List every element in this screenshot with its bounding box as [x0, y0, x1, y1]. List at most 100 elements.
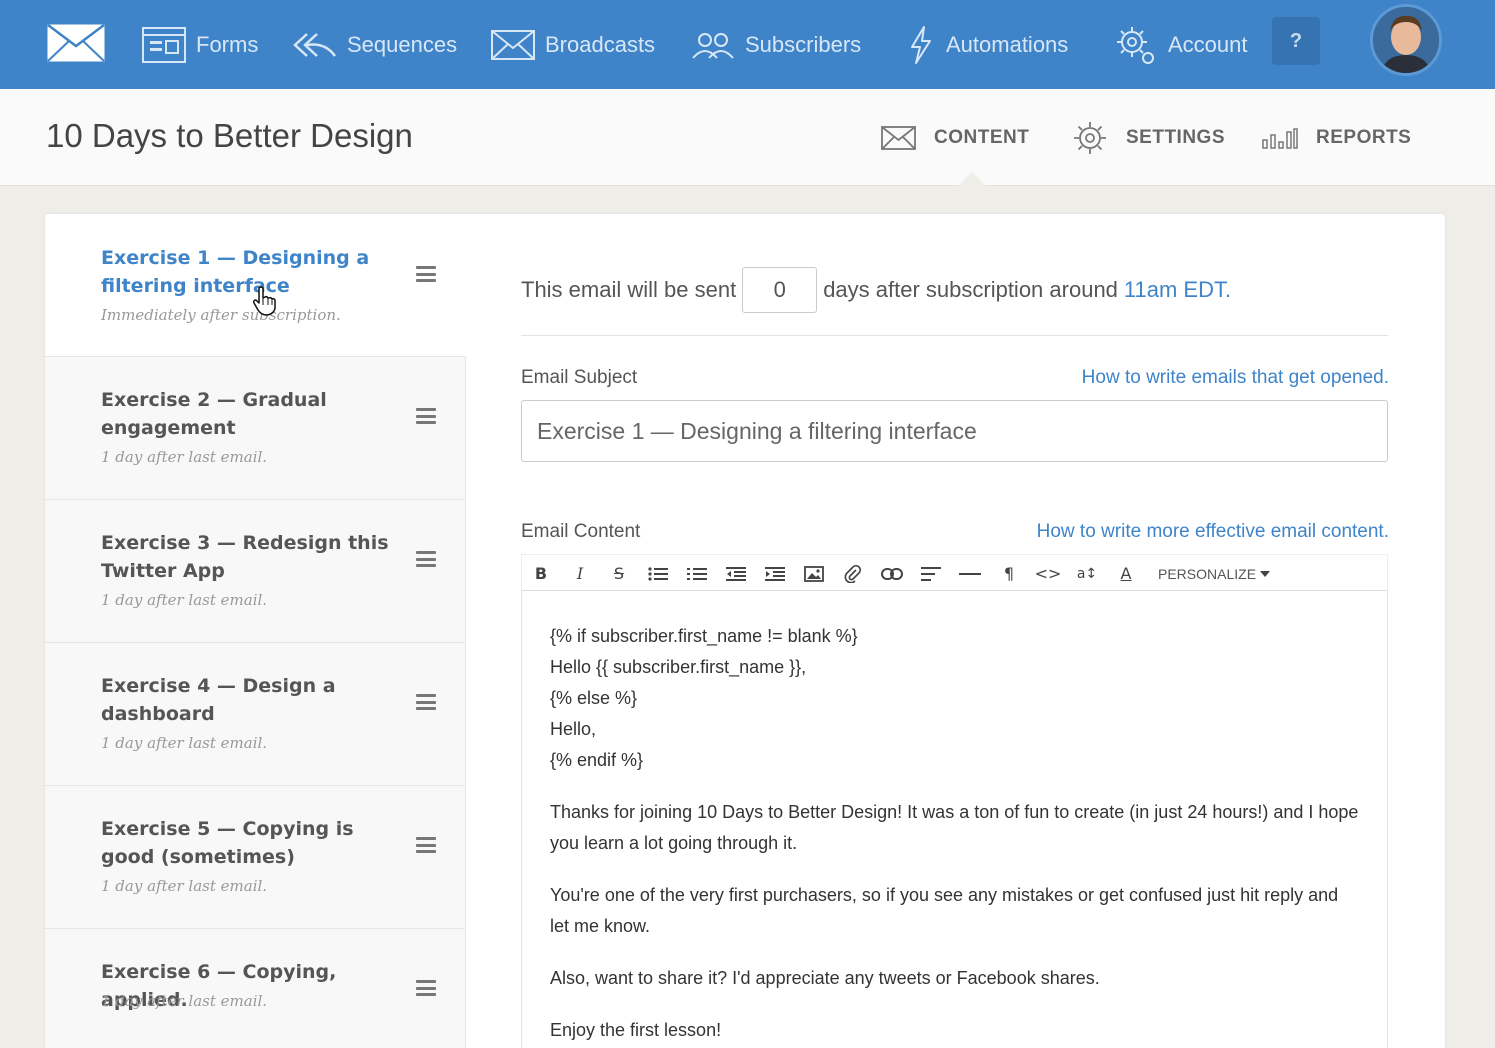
content-help-link[interactable]: How to write more effective email conten… — [1037, 521, 1389, 543]
broadcasts-icon — [491, 29, 535, 60]
send-suffix-text: days after subscription around — [823, 277, 1118, 302]
body-paragraph: Thanks for joining 10 Days to Better Des… — [550, 802, 1359, 853]
email-timing: Immediately after subscription. — [101, 306, 341, 324]
email-list-item-2[interactable]: Exercise 2 — Gradual engagement 1 day af… — [45, 357, 466, 500]
code-button[interactable]: <> — [1033, 555, 1063, 592]
bullet-list-button[interactable] — [643, 555, 673, 592]
subject-help-link[interactable]: How to write emails that get opened. — [1082, 367, 1389, 389]
email-editor: This email will be sent days after subsc… — [521, 214, 1389, 1048]
email-body-editor[interactable]: {% if subscriber.first_name != blank %} … — [521, 591, 1388, 1048]
bold-button[interactable]: B — [526, 555, 556, 592]
tab-reports-label: REPORTS — [1316, 126, 1412, 148]
email-list-item-3[interactable]: Exercise 3 — Redesign this Twitter App 1… — [45, 500, 466, 643]
liquid-code-block: {% if subscriber.first_name != blank %} … — [550, 621, 1359, 776]
email-timing: 1 day after last email. — [101, 448, 268, 466]
tab-reports[interactable]: REPORTS — [1262, 89, 1411, 186]
paperclip-icon — [844, 564, 862, 583]
email-list-item-5[interactable]: Exercise 5 — Copying is good (sometimes)… — [45, 786, 466, 929]
drag-handle-icon[interactable] — [416, 694, 436, 710]
nav-automations[interactable]: Automations — [906, 0, 1068, 89]
drag-handle-icon[interactable] — [416, 980, 436, 996]
drag-handle-icon[interactable] — [416, 837, 436, 853]
nav-subscribers[interactable]: Subscribers — [691, 0, 861, 89]
font-size-button[interactable]: a↕ — [1072, 555, 1102, 592]
sequence-header: 10 Days to Better Design CONTENT SETTING… — [0, 89, 1495, 186]
numbered-list-button[interactable] — [682, 555, 712, 592]
help-button[interactable]: ? — [1272, 17, 1320, 65]
send-days-input[interactable] — [742, 267, 818, 313]
nav-account-label: Account — [1168, 31, 1248, 57]
email-title[interactable]: Exercise 3 — Redesign this Twitter App — [101, 529, 401, 585]
logo-envelope-icon[interactable] — [47, 24, 105, 62]
outdent-icon — [726, 566, 746, 581]
nav-sequences-label: Sequences — [347, 31, 458, 57]
subscribers-icon — [692, 32, 734, 59]
divider — [521, 335, 1388, 336]
image-icon — [804, 565, 824, 582]
paragraph-button[interactable]: ¶ — [994, 555, 1024, 592]
drag-handle-icon[interactable] — [416, 408, 436, 424]
link-button[interactable] — [877, 555, 907, 592]
personalize-dropdown[interactable]: PERSONALIZE — [1158, 555, 1271, 592]
tab-settings[interactable]: SETTINGS — [1072, 89, 1225, 186]
horizontal-rule-button[interactable] — [955, 555, 985, 592]
email-subject-input[interactable] — [521, 400, 1388, 462]
code-line: {% else %} — [550, 688, 638, 708]
code-line: Hello {{ subscriber.first_name }}, — [550, 657, 807, 677]
italic-button[interactable]: I — [565, 555, 595, 592]
active-tab-indicator — [957, 172, 987, 187]
email-list-item-1[interactable]: Exercise 1 — Designing a filtering inter… — [45, 214, 466, 357]
send-time-link[interactable]: 11am EDT. — [1124, 277, 1231, 303]
envelope-icon — [881, 125, 916, 150]
email-title[interactable]: Exercise 4 — Design a dashboard — [101, 672, 401, 728]
code-line: {% endif %} — [550, 750, 644, 770]
email-timing: 1 day after last email. — [101, 591, 268, 609]
nav-forms[interactable]: Forms — [142, 0, 258, 89]
send-schedule-row: This email will be sent days after subsc… — [521, 267, 1231, 313]
horizontal-rule-icon — [959, 572, 981, 575]
bullet-list-icon — [648, 566, 668, 581]
nav-sequences[interactable]: Sequences — [293, 0, 457, 89]
text-color-button[interactable]: A — [1111, 555, 1141, 592]
strikethrough-button[interactable]: S — [604, 555, 634, 592]
body-paragraph: Also, want to share it? I'd appreciate a… — [550, 968, 1100, 988]
personalize-label: PERSONALIZE — [1158, 565, 1257, 582]
sequence-editor-card: Exercise 1 — Designing a filtering inter… — [45, 214, 1445, 1048]
tab-settings-label: SETTINGS — [1126, 126, 1226, 148]
outdent-button[interactable] — [721, 555, 751, 592]
email-content-label: Email Content — [521, 521, 641, 542]
email-title[interactable]: Exercise 5 — Copying is good (sometimes) — [101, 815, 401, 871]
user-avatar[interactable] — [1370, 4, 1442, 76]
nav-forms-label: Forms — [196, 31, 259, 57]
email-list-item-4[interactable]: Exercise 4 — Design a dashboard 1 day af… — [45, 643, 466, 786]
drag-handle-icon[interactable] — [416, 266, 436, 282]
nav-account[interactable]: Account — [1114, 0, 1248, 89]
forms-icon — [142, 26, 186, 63]
attachment-button[interactable] — [838, 555, 868, 592]
email-timing: 1 day after last email. — [101, 877, 268, 895]
email-timing: 1 day after last email. — [101, 992, 268, 1010]
editor-toolbar: B I S ¶ <> a↕ A PERSONALIZE — [521, 554, 1388, 591]
nav-broadcasts[interactable]: Broadcasts — [491, 0, 655, 89]
avatar-portrait-icon — [1373, 7, 1439, 73]
caret-down-icon — [1260, 570, 1271, 577]
indent-button[interactable] — [760, 555, 790, 592]
body-paragraph: Enjoy the first lesson! — [550, 1020, 722, 1040]
sequences-icon — [293, 32, 337, 57]
page-title[interactable]: 10 Days to Better Design — [46, 117, 413, 155]
nav-subscribers-label: Subscribers — [745, 31, 862, 57]
email-title[interactable]: Exercise 1 — Designing a filtering inter… — [101, 244, 401, 300]
code-line: Hello, — [550, 719, 597, 739]
nav-automations-label: Automations — [946, 31, 1069, 57]
email-list-item-6[interactable]: Exercise 6 — Copying, applied. 1 day aft… — [45, 929, 466, 1048]
align-button[interactable] — [916, 555, 946, 592]
align-left-icon — [921, 566, 941, 581]
tab-content[interactable]: CONTENT — [881, 89, 1029, 186]
email-timing: 1 day after last email. — [101, 734, 268, 752]
image-button[interactable] — [799, 555, 829, 592]
top-nav: Forms Sequences Broadcasts Subscribers A… — [0, 0, 1495, 89]
body-paragraph: You're one of the very first purchasers,… — [550, 885, 1339, 936]
automations-icon — [911, 25, 931, 64]
drag-handle-icon[interactable] — [416, 551, 436, 567]
email-title[interactable]: Exercise 2 — Gradual engagement — [101, 386, 401, 442]
